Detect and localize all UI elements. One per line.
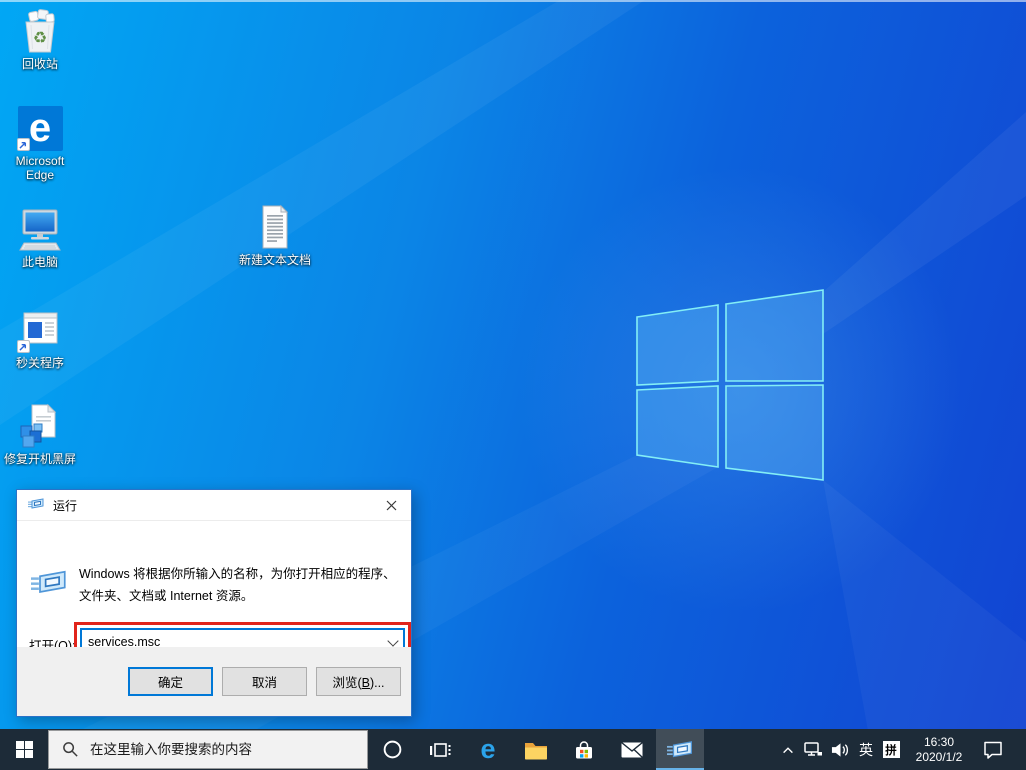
- text-document-icon: [251, 203, 299, 251]
- search-input[interactable]: [90, 742, 350, 757]
- run-icon: [667, 740, 692, 757]
- close-icon[interactable]: [371, 490, 411, 520]
- mail-icon: [621, 741, 643, 758]
- run-dialog-icon: [28, 496, 44, 515]
- desktop-icon-quick-close-app[interactable]: 秒关程序: [2, 306, 78, 370]
- wallpaper-glow: [480, 140, 1000, 640]
- start-button[interactable]: [0, 729, 48, 770]
- clock-time: 16:30: [923, 734, 955, 749]
- windows-start-icon: [15, 741, 33, 758]
- run-dialog-titlebar[interactable]: 运行: [17, 490, 411, 521]
- file-explorer-button[interactable]: [512, 729, 560, 770]
- desktop-icon-label: 修复开机黑屏: [3, 452, 76, 466]
- run-dialog-description: Windows 将根据你所输入的名称，为你打开相应的程序、 文件夹、文档或 In…: [79, 567, 396, 603]
- desktop: ♻ 回收站 e Microsoft Edge 此电脑 秒关程序 修复开机黑屏 新…: [0, 0, 1026, 770]
- mail-button[interactable]: [608, 729, 656, 770]
- taskbar-spacer: [704, 729, 776, 770]
- desktop-icon-label: 此电脑: [21, 255, 58, 269]
- browse-button[interactable]: 浏览(B)...: [316, 667, 401, 696]
- speaker-volume-icon: [831, 742, 848, 757]
- run-taskbar-button[interactable]: [656, 729, 704, 770]
- action-center-icon: [984, 741, 1002, 759]
- screen-top-edge: [0, 0, 1026, 2]
- desktop-icon-label: Microsoft Edge: [15, 154, 65, 182]
- edge-taskbar-button[interactable]: e: [464, 729, 512, 770]
- this-pc-icon: [16, 205, 64, 253]
- file-explorer-icon: [525, 742, 547, 759]
- clock-date: 2020/1/2: [915, 749, 963, 764]
- desktop-icon-label: 回收站: [21, 57, 58, 71]
- ethernet-network-icon: [804, 742, 822, 756]
- cortana-button[interactable]: [368, 729, 416, 770]
- taskbar-search-box[interactable]: [48, 730, 368, 769]
- task-view-button[interactable]: [416, 729, 464, 770]
- cancel-button[interactable]: 取消: [222, 667, 307, 696]
- shortcut-arrow-icon: [17, 138, 30, 151]
- language-indicator[interactable]: 英: [854, 729, 878, 770]
- recycle-bin-icon: ♻: [16, 7, 64, 55]
- ok-button[interactable]: 确定: [128, 667, 213, 696]
- shortcut-arrow-icon: [17, 340, 30, 353]
- run-icon: [31, 565, 67, 604]
- edge-icon: e: [480, 734, 496, 764]
- desktop-icon-label: 秒关程序: [15, 356, 64, 370]
- desktop-icon-this-pc[interactable]: 此电脑: [2, 205, 78, 269]
- action-center-button[interactable]: [974, 729, 1012, 770]
- desktop-icon-label: 新建文本文档: [238, 253, 311, 267]
- chevron-up-icon: [783, 746, 793, 753]
- desktop-icon-microsoft-edge[interactable]: e Microsoft Edge: [2, 104, 78, 182]
- taskbar: e: [0, 729, 1026, 770]
- search-icon: [63, 742, 78, 757]
- desktop-icon-recycle-bin[interactable]: ♻ 回收站: [2, 7, 78, 71]
- desktop-icon-new-text-document[interactable]: 新建文本文档: [237, 203, 313, 267]
- microsoft-store-icon: [576, 740, 592, 758]
- ime-indicator[interactable]: 拼: [878, 729, 904, 770]
- clock[interactable]: 16:30 2020/1/2: [904, 735, 974, 765]
- run-dialog-title: 运行: [53, 498, 78, 513]
- microsoft-edge-icon: e: [16, 104, 64, 152]
- pinyin-ime-icon: 拼: [882, 741, 900, 758]
- volume-button[interactable]: [826, 729, 854, 770]
- quick-close-app-icon: [16, 306, 64, 354]
- system-tray: 英 拼 16:30 2020/1/2: [776, 729, 1026, 770]
- svg-text:♻: ♻: [33, 30, 47, 47]
- run-dialog: 运行 Windows 将根据你所输入的名称，为你打开相应的程序、 文件夹、文档或…: [16, 489, 412, 717]
- registry-file-icon: [16, 402, 64, 450]
- task-view-icon: [430, 742, 451, 757]
- run-dialog-body: Windows 将根据你所输入的名称，为你打开相应的程序、 文件夹、文档或 In…: [17, 521, 411, 662]
- microsoft-store-button[interactable]: [560, 729, 608, 770]
- desktop-icon-fix-boot-black-screen[interactable]: 修复开机黑屏: [2, 402, 78, 466]
- network-button[interactable]: [800, 729, 826, 770]
- show-hidden-icons-button[interactable]: [776, 729, 800, 770]
- run-dialog-footer: 确定 取消 浏览(B)...: [17, 647, 411, 716]
- cortana-icon: [383, 740, 401, 759]
